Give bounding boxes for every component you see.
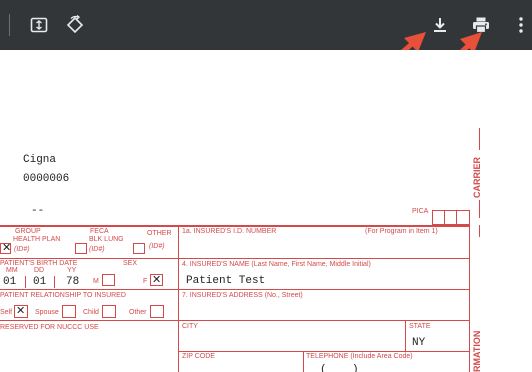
carrier-label: CARRIER [472,156,482,198]
birth-sep-2 [54,276,55,288]
feca-checkbox[interactable] [133,243,145,254]
insured-id-label: 1a. INSURED'S I.D. NUMBER [182,228,277,235]
other-label: OTHER [147,230,172,237]
print-button[interactable] [466,10,496,40]
child-checkbox[interactable] [102,305,116,318]
pica-box[interactable] [432,210,470,225]
sex-f-checkbox[interactable]: ✕ [150,274,163,286]
sex-f-label: F [143,278,148,285]
spouse-label: Spouse [35,309,59,316]
insurer-code: 0000006 [23,173,70,185]
fit-page-icon [30,17,48,33]
yy-label: YY [67,267,77,274]
form-top-border [0,225,470,227]
sex-m-checkbox[interactable] [102,274,115,286]
spouse-checkbox[interactable] [62,305,76,318]
other-relationship-label: Other [129,309,147,316]
row-line-3 [0,320,470,321]
row-line-1 [0,258,470,259]
insurer-name: Cigna [23,154,57,166]
state-divider [405,320,406,351]
zip-code-label: ZIP CODE [182,353,215,360]
rotate-button[interactable] [60,10,90,40]
carrier-bracket-bottom [479,200,480,218]
form-right-border [469,210,470,372]
pica-divider-2 [456,210,457,225]
sex-label: SEX [123,260,138,267]
phone-close-paren: ) [352,364,359,372]
pica-divider-1 [444,210,445,225]
fit-page-button[interactable] [24,10,54,40]
print-icon [473,17,489,34]
feca-label: FECA BLK LUNG [89,228,124,243]
group-idno-label: (ID#) [14,246,30,253]
birth-sep-1 [25,276,26,288]
sex-m-label: M [93,278,99,285]
state-value: NY [412,337,426,349]
rotate-icon [66,15,84,34]
other-idno-label: (ID#) [149,243,165,250]
mm-label: MM [6,267,18,274]
self-label: Self [0,309,13,316]
insurer-dash: -- [31,205,45,217]
form-center-divider [178,225,179,372]
other-relationship-checkbox[interactable] [150,305,164,318]
birth-month-value: 01 [3,276,17,288]
program-note-label: (For Program in Item 1) [365,228,438,235]
dd-label: DD [34,267,45,274]
row-line-4 [178,351,470,352]
group-health-plan-checkbox[interactable]: ✕ [0,243,11,254]
toolbar-divider [9,14,10,36]
child-label: Child [83,309,99,316]
birth-day-value: 01 [33,276,47,288]
document-page: Cigna 0000006 -- CARRIER PICA RMATION GR… [0,50,532,372]
telephone-label: TELEPHONE (Include Area Code) [306,353,413,360]
patient-relationship-label: PATIENT RELATIONSHIP TO INSURED [0,292,126,299]
insured-address-label: 7. INSURED'S ADDRESS (No., Street) [182,292,303,299]
information-label: RMATION [472,330,482,372]
phone-divider [303,351,304,372]
download-button[interactable] [425,10,455,40]
blank-checkbox-1[interactable] [75,243,87,254]
pica-label: PICA [412,208,429,215]
pdf-viewer-toolbar [0,0,532,50]
reserved-label: RESERVED FOR NUCCC USE [0,324,99,331]
state-label: STATE [409,323,431,330]
more-vert-icon [519,17,523,33]
carrier-bracket-top [479,128,480,150]
feca-idno-label: (ID#) [89,246,105,253]
city-label: CITY [182,323,198,330]
group-health-plan-label: GROUP HEALTH PLAN [13,228,61,243]
insured-name-value: Patient Test [186,275,266,287]
birth-year-value: 78 [66,276,80,288]
phone-open-paren: ( [320,364,327,372]
self-checkbox[interactable]: ✕ [14,305,28,318]
row-line-2 [0,289,470,290]
more-options-button[interactable] [506,10,532,40]
download-icon [434,18,446,32]
info-bracket-top [479,225,480,237]
insured-name-label: 4. INSURED'S NAME (Last Name, First Name… [182,261,371,268]
